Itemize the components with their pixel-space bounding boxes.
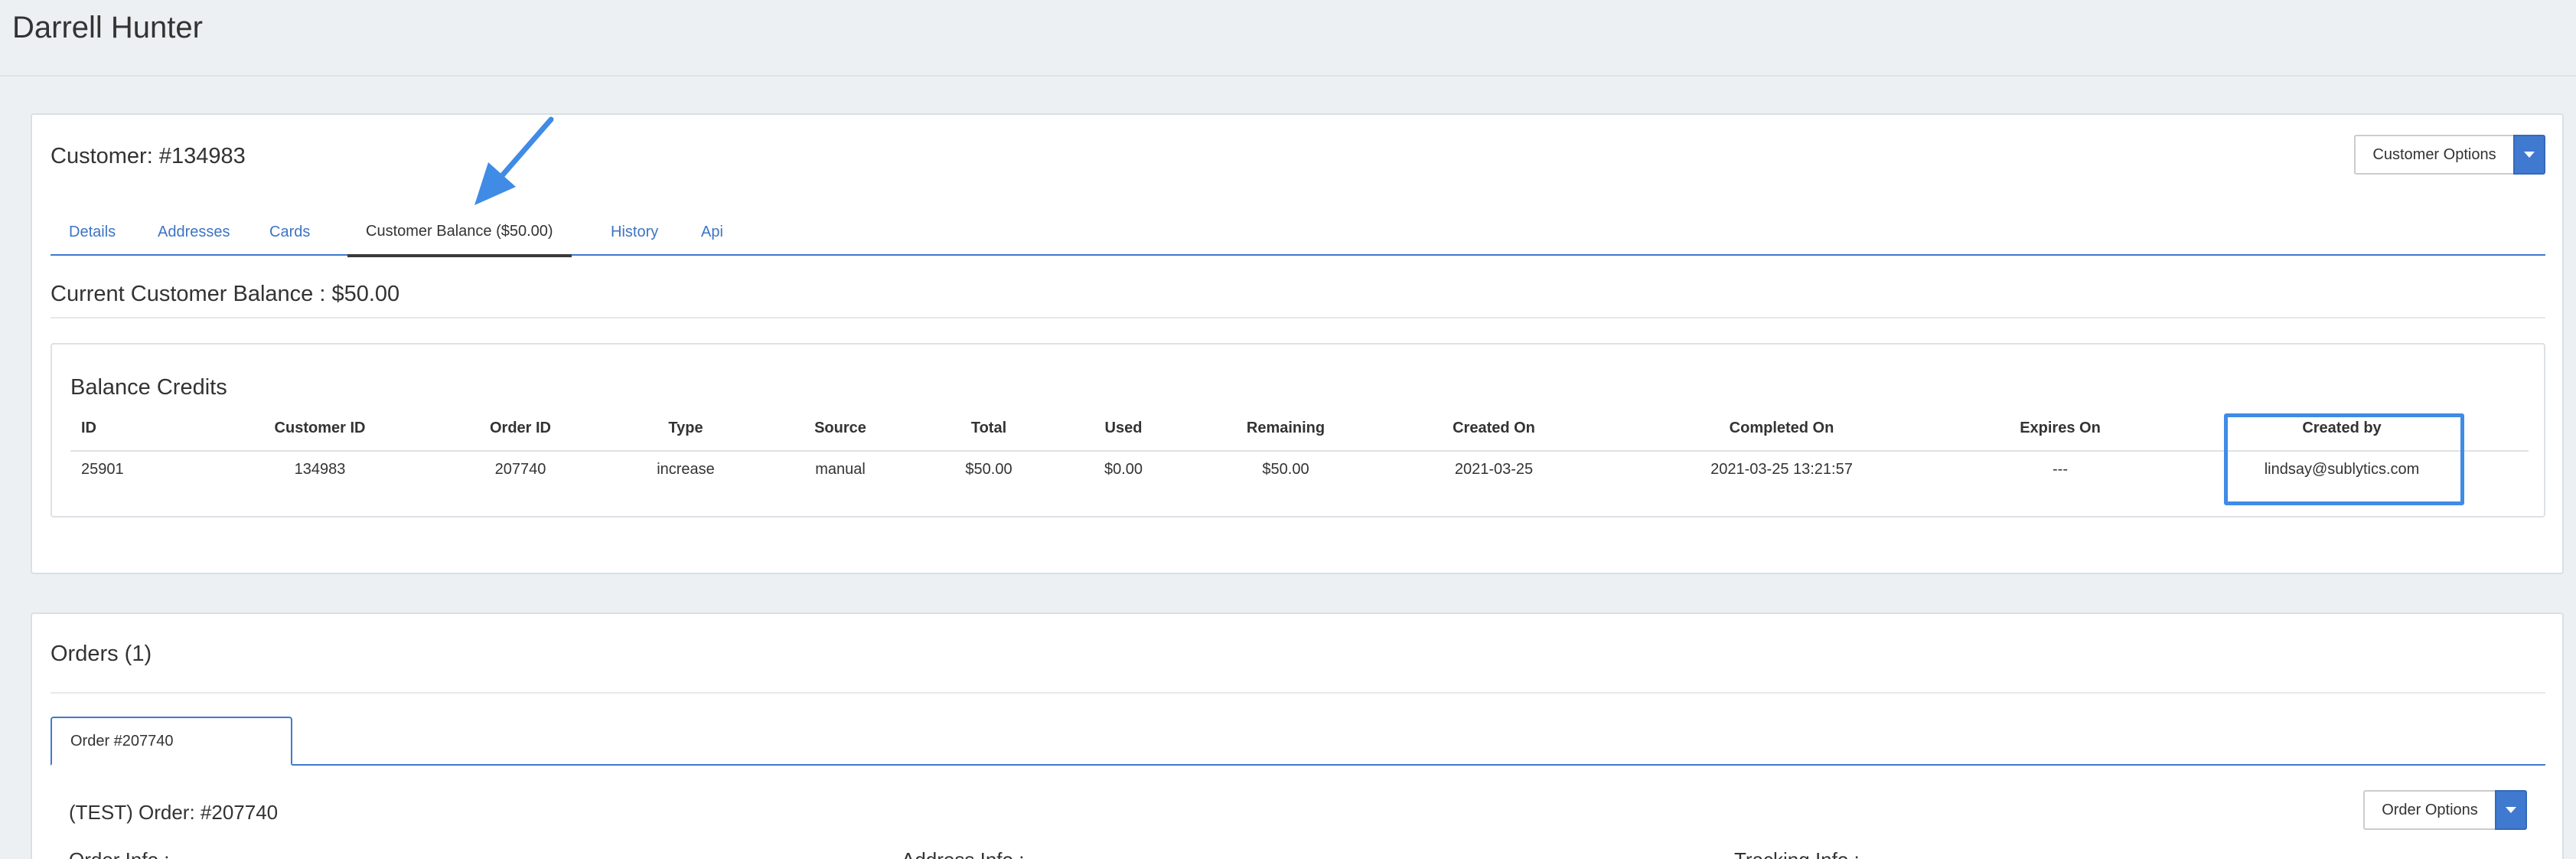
page-header: Darrell Hunter: [0, 0, 2576, 77]
tab-api[interactable]: Api: [701, 208, 723, 256]
cell-type: increase: [657, 461, 715, 478]
column-header-total: Total: [970, 420, 1007, 436]
orders-title: Orders (1): [51, 642, 152, 666]
cell-order-id: 207740: [494, 461, 546, 478]
customer-options-dropdown-toggle[interactable]: [2513, 135, 2545, 175]
caret-down-icon: [2506, 807, 2516, 813]
column-header-used: Used: [1104, 420, 1143, 436]
column-header-customer-id: Customer ID: [274, 420, 366, 436]
balance-credits-panel: Balance Credits ID Customer ID Order ID …: [51, 343, 2545, 518]
order-info-label: Order Info :: [69, 848, 170, 859]
tab-order[interactable]: Order #207740: [51, 717, 292, 766]
column-header-order-id: Order ID: [489, 420, 552, 436]
customer-options-button[interactable]: Customer Options: [2354, 135, 2513, 175]
order-tabs: Order #207740: [51, 717, 2545, 766]
customer-tabs: Details Addresses Cards Customer Balance…: [51, 208, 2545, 257]
cell-completed-on: 2021-03-25 13:21:57: [1710, 461, 1853, 478]
divider: [51, 692, 2545, 694]
cell-used: $0.00: [1104, 461, 1143, 478]
table-header-divider: [70, 450, 2529, 452]
balance-credits-title: Balance Credits: [70, 375, 227, 400]
order-options-button[interactable]: Order Options: [2363, 790, 2495, 830]
column-header-expires-on: Expires On: [2020, 420, 2101, 436]
order-heading: (TEST) Order: #207740: [69, 801, 279, 824]
arrow-down-left-icon: [474, 116, 554, 205]
column-header-remaining: Remaining: [1246, 420, 1325, 436]
cell-expires-on: ---: [2053, 461, 2068, 478]
cell-id: 25901: [81, 461, 124, 478]
tab-customer-balance[interactable]: Customer Balance ($50.00): [347, 208, 572, 257]
page-title: Darrell Hunter: [12, 11, 203, 44]
address-info-label: Address Info :: [902, 848, 1024, 859]
customer-panel: Customer: #134983 Customer Options Detai…: [31, 113, 2564, 574]
tracking-info-label: Tracking Info :: [1734, 848, 1860, 859]
column-header-created-on: Created On: [1453, 420, 1535, 436]
cell-customer-id: 134983: [294, 461, 346, 478]
tab-addresses[interactable]: Addresses: [158, 208, 230, 256]
cell-created-on: 2021-03-25: [1454, 461, 1534, 478]
divider: [51, 317, 2545, 318]
tab-cards[interactable]: Cards: [269, 208, 310, 256]
cell-source: manual: [815, 461, 866, 478]
order-options-split-button[interactable]: Order Options: [2363, 790, 2527, 830]
customer-options-split-button[interactable]: Customer Options: [2354, 135, 2545, 175]
column-header-id: ID: [81, 420, 96, 436]
tab-details[interactable]: Details: [69, 208, 116, 256]
customer-title: Customer: #134983: [51, 144, 246, 168]
order-options-dropdown-toggle[interactable]: [2495, 790, 2527, 830]
column-header-completed-on: Completed On: [1729, 420, 1834, 436]
column-header-source: Source: [814, 420, 866, 436]
column-header-type: Type: [668, 420, 703, 436]
cell-created-by: lindsay@sublytics.com: [2264, 461, 2420, 478]
current-balance-heading: Current Customer Balance : $50.00: [51, 282, 400, 306]
cell-total: $50.00: [965, 461, 1012, 478]
column-header-created-by: Created by: [2302, 420, 2382, 436]
orders-panel: Orders (1) Order #207740 (TEST) Order: #…: [31, 612, 2564, 859]
caret-down-icon: [2524, 152, 2535, 158]
cell-remaining: $50.00: [1262, 461, 1309, 478]
tab-history[interactable]: History: [611, 208, 658, 256]
